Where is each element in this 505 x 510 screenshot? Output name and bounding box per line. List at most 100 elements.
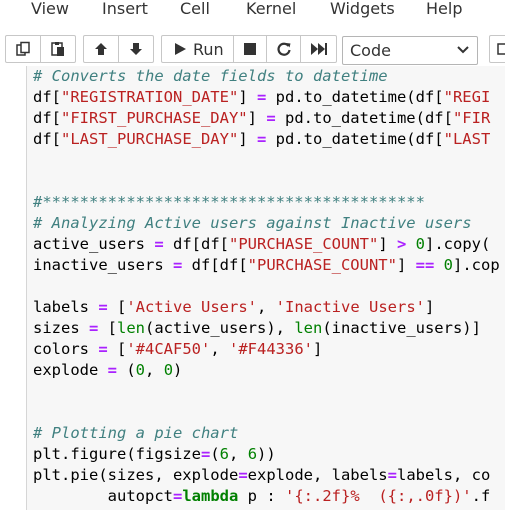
move-down-button[interactable]: [118, 35, 154, 63]
menu-view[interactable]: View: [31, 0, 69, 18]
code-token: plt.pie(sizes, explode: [33, 466, 239, 484]
code-line: colors = ['#4CAF50', '#F44336']: [33, 339, 500, 360]
menu-bar: View Insert Cell Kernel Widgets Help: [0, 0, 505, 30]
code-cell[interactable]: # Converts the date fields to datetime df…: [0, 66, 505, 510]
restart-icon: [276, 42, 291, 56]
chevron-down-icon: [457, 46, 469, 54]
menu-widgets[interactable]: Widgets: [330, 0, 395, 18]
code-line: #***************************************…: [33, 192, 500, 213]
code-token: explode, labels: [247, 466, 388, 484]
code-token: "LAST: [443, 130, 491, 148]
code-token: )): [257, 445, 276, 463]
code-token: ]: [424, 298, 435, 316]
move-down-icon: [130, 43, 142, 55]
code-editor[interactable]: # Converts the date fields to datetime df…: [33, 66, 500, 507]
move-up-button[interactable]: [83, 35, 119, 63]
code-line: # Converts the date fields to datetime: [33, 66, 500, 87]
code-token: 0: [415, 235, 426, 253]
stop-icon: [244, 43, 256, 55]
run-icon: [175, 43, 186, 55]
code-token: active_users: [33, 235, 155, 253]
code-token: df[df[: [182, 256, 248, 274]
code-token: ,: [210, 340, 230, 358]
code-token: (: [117, 361, 136, 379]
code-token: ].copy(: [425, 235, 491, 253]
code-token: labels: [33, 298, 99, 316]
code-token: ,: [145, 361, 164, 379]
code-token: sizes: [33, 319, 89, 337]
restart-button[interactable]: [266, 35, 301, 63]
code-token: ]: [238, 130, 257, 148]
code-line: df["FIRST_PURCHASE_DAY"] = pd.to_datetim…: [33, 108, 500, 129]
code-token: pd.to_datetime(df[: [266, 130, 444, 148]
code-token: "PURCHASE_COUNT": [229, 235, 379, 253]
code-line: plt.figure(figsize=(6, 6)): [33, 444, 500, 465]
code-token: "LAST_PURCHASE_DAY": [61, 130, 239, 148]
code-token: (: [210, 445, 220, 463]
command-palette-button[interactable]: [489, 35, 505, 63]
code-line: # Analyzing Active users against Inactiv…: [33, 213, 500, 234]
code-token: #***************************************…: [33, 193, 425, 211]
code-line: explode = (0, 0): [33, 360, 500, 381]
code-token: # Plotting a pie chart: [33, 424, 239, 442]
code-token: lambda: [182, 487, 239, 505]
code-token: p :: [238, 487, 285, 505]
code-token: >: [396, 235, 407, 253]
move-up-icon: [95, 43, 107, 55]
code-line: active_users = df[df["PURCHASE_COUNT"] >…: [33, 234, 500, 255]
code-token: colors: [33, 340, 99, 358]
paste-cell-button[interactable]: [40, 35, 76, 63]
code-token: plt.figure(figsize: [33, 445, 201, 463]
paste-icon: [51, 42, 64, 56]
code-token: # Analyzing Active users against Inactiv…: [33, 214, 472, 232]
cell-type-value: Code: [350, 41, 391, 60]
code-token: "FIRST_PURCHASE_DAY": [61, 109, 248, 127]
code-token: =: [266, 109, 276, 127]
menu-kernel[interactable]: Kernel: [246, 0, 296, 18]
stop-button[interactable]: [233, 35, 267, 63]
code-token: "REGISTRATION_DATE": [61, 88, 239, 106]
code-token: # Converts the date fields to datetime: [33, 67, 388, 85]
code-token: explode: [33, 361, 108, 379]
command-palette-icon: [497, 43, 505, 55]
copy-icon: [16, 41, 30, 56]
code-token: df[df[: [163, 235, 229, 253]
code-line: labels = ['Active Users', 'Inactive User…: [33, 297, 500, 318]
code-token: =: [238, 466, 248, 484]
menu-cell[interactable]: Cell: [180, 0, 210, 18]
code-token: ]: [313, 340, 323, 358]
code-token: =: [98, 340, 108, 358]
code-token: ].cop: [453, 256, 500, 274]
code-token: =: [256, 88, 267, 106]
run-button[interactable]: Run: [161, 35, 234, 63]
code-line: autopct=lambda p : '{:.2f}% ({:,.0f})'.f: [33, 486, 500, 507]
code-token: [: [107, 340, 127, 358]
code-token: =: [98, 298, 108, 316]
code-token: .f: [471, 487, 491, 505]
code-line: plt.pie(sizes, explode=explode, labels=l…: [33, 465, 500, 486]
code-line: df["REGISTRATION_DATE"] = pd.to_datetime…: [33, 87, 500, 108]
menu-insert[interactable]: Insert: [102, 0, 148, 18]
code-token: pd.to_datetime(df[: [266, 88, 444, 106]
code-token: df[: [33, 130, 61, 148]
code-token: df[: [33, 88, 61, 106]
code-token: ]: [378, 235, 397, 253]
cell-type-select[interactable]: Code: [342, 36, 478, 65]
code-token: (inactive_users)]: [322, 319, 481, 337]
menu-help[interactable]: Help: [426, 0, 462, 18]
run-all-button[interactable]: [300, 35, 337, 63]
code-token: ==: [415, 256, 435, 274]
code-token: =: [107, 361, 117, 379]
code-token: '{:.2f}% ({:,.0f})': [285, 487, 472, 505]
copy-cell-button[interactable]: [5, 35, 41, 63]
code-token: "REGI: [443, 88, 491, 106]
code-token: 0: [163, 361, 174, 379]
code-token: 0: [135, 361, 146, 379]
code-token: ]: [247, 109, 267, 127]
